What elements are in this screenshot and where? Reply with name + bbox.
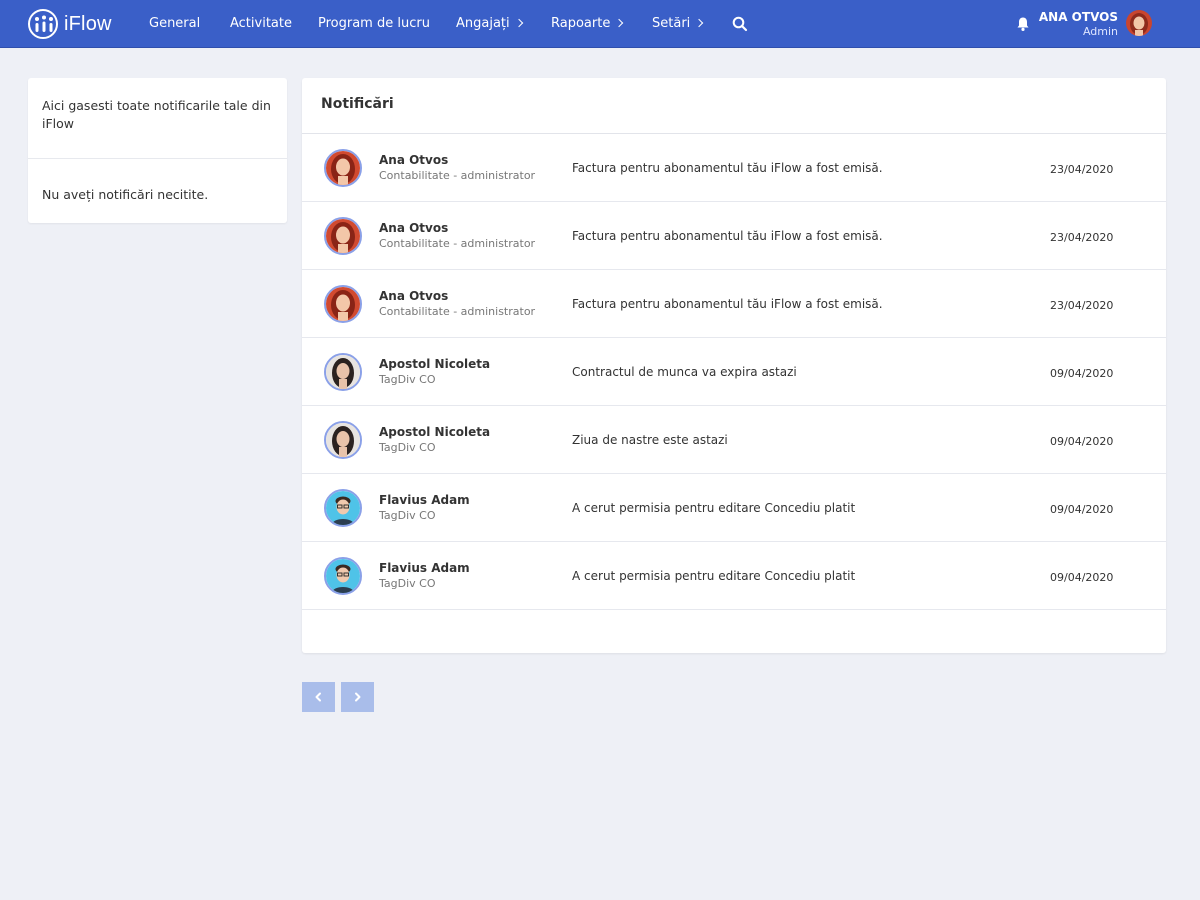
notification-message: Factura pentru abonamentul tău iFlow a f… bbox=[572, 297, 883, 311]
pagination-next-button[interactable] bbox=[341, 682, 374, 712]
user-role: Admin bbox=[1082, 25, 1118, 38]
avatar bbox=[324, 285, 362, 323]
notification-row[interactable]: Flavius Adam TagDiv CO A cerut permisia … bbox=[302, 542, 1166, 610]
sender-name: Ana Otvos bbox=[379, 289, 449, 303]
notification-row[interactable]: Ana Otvos Contabilitate - administrator … bbox=[302, 202, 1166, 270]
notification-date: 23/04/2020 bbox=[1050, 231, 1114, 244]
chevron-right-icon bbox=[355, 692, 361, 702]
info-description: Aici gasesti toate notificarile tale din… bbox=[42, 98, 271, 131]
app-name: iFlow bbox=[64, 12, 112, 35]
nav-item-label: Activitate bbox=[230, 16, 292, 31]
sender-name: Apostol Nicoleta bbox=[379, 357, 491, 371]
notification-message: A cerut permisia pentru editare Concediu… bbox=[572, 569, 856, 583]
sender-department: Contabilitate - administrator bbox=[379, 305, 536, 318]
sender-department: TagDiv CO bbox=[379, 441, 436, 454]
unread-status-message: Nu aveți notificări necitite. bbox=[42, 187, 209, 202]
notification-message: Contractul de munca va expira astazi bbox=[572, 365, 797, 379]
notification-row[interactable]: Apostol Nicoleta TagDiv CO Contractul de… bbox=[302, 338, 1166, 406]
sender-name: Flavius Adam bbox=[379, 561, 470, 575]
notification-date: 23/04/2020 bbox=[1050, 163, 1114, 176]
notification-date: 23/04/2020 bbox=[1050, 299, 1114, 312]
notification-date: 09/04/2020 bbox=[1050, 571, 1114, 584]
pagination-prev-button[interactable] bbox=[302, 682, 335, 712]
sender-department: TagDiv CO bbox=[379, 509, 436, 522]
notification-date: 09/04/2020 bbox=[1050, 435, 1114, 448]
sender-department: Contabilitate - administrator bbox=[379, 169, 536, 182]
nav-item-label: Program de lucru bbox=[318, 16, 430, 31]
avatar bbox=[324, 421, 362, 459]
notification-message: Factura pentru abonamentul tău iFlow a f… bbox=[572, 229, 883, 243]
card-title: Notificări bbox=[321, 96, 394, 112]
notification-row[interactable]: Flavius Adam TagDiv CO A cerut permisia … bbox=[302, 474, 1166, 542]
notifications-card: Notificări Ana Otvos Contabilitate - adm… bbox=[302, 78, 1166, 653]
avatar bbox=[324, 353, 362, 391]
notification-row[interactable]: Ana Otvos Contabilitate - administrator … bbox=[302, 134, 1166, 202]
nav-item-label: Rapoarte bbox=[551, 16, 611, 31]
nav-item-angajati[interactable]: Angajați bbox=[456, 0, 523, 48]
avatar bbox=[324, 557, 362, 595]
app-logo[interactable]: iFlow bbox=[28, 9, 112, 39]
avatar bbox=[324, 217, 362, 255]
nav-item-label: General bbox=[149, 16, 201, 31]
notification-row[interactable]: Ana Otvos Contabilitate - administrator … bbox=[302, 270, 1166, 338]
notification-message: Ziua de nastre este astazi bbox=[572, 433, 728, 447]
nav-item-general[interactable]: General bbox=[149, 0, 200, 48]
sender-name: Ana Otvos bbox=[379, 153, 449, 167]
nav-item-program-de-lucru[interactable]: Program de lucru bbox=[318, 0, 430, 48]
top-navbar: iFlow General Activitate Program de lucr… bbox=[0, 0, 1200, 48]
user-name[interactable]: ANA OTVOS bbox=[1039, 10, 1118, 24]
nav-item-rapoarte[interactable]: Rapoarte bbox=[551, 0, 624, 48]
sender-department: TagDiv CO bbox=[379, 577, 436, 590]
iflow-logo-icon bbox=[28, 9, 58, 39]
chevron-right-icon bbox=[514, 18, 523, 28]
nav-item-activitate[interactable]: Activitate bbox=[230, 0, 292, 48]
avatar bbox=[324, 149, 362, 187]
notifications-list: Ana Otvos Contabilitate - administrator … bbox=[302, 134, 1166, 610]
sender-name: Flavius Adam bbox=[379, 493, 470, 507]
notification-message: A cerut permisia pentru editare Concediu… bbox=[572, 501, 856, 515]
notification-date: 09/04/2020 bbox=[1050, 503, 1114, 516]
avatar bbox=[324, 489, 362, 527]
sender-name: Ana Otvos bbox=[379, 221, 449, 235]
chevron-right-icon bbox=[615, 18, 624, 28]
search-icon[interactable] bbox=[732, 16, 748, 32]
notifications-info-card: Aici gasesti toate notificarile tale din… bbox=[28, 78, 287, 223]
bell-icon[interactable] bbox=[1016, 16, 1030, 32]
nav-item-setari[interactable]: Setări bbox=[652, 0, 704, 48]
notification-row[interactable]: Apostol Nicoleta TagDiv CO Ziua de nastr… bbox=[302, 406, 1166, 474]
chevron-left-icon bbox=[315, 692, 321, 702]
sender-department: TagDiv CO bbox=[379, 373, 436, 386]
divider bbox=[28, 158, 287, 159]
chevron-right-icon bbox=[695, 18, 704, 28]
user-avatar[interactable] bbox=[1126, 10, 1152, 36]
notification-message: Factura pentru abonamentul tău iFlow a f… bbox=[572, 161, 883, 175]
nav-item-label: Setări bbox=[652, 16, 691, 31]
sender-name: Apostol Nicoleta bbox=[379, 425, 491, 439]
nav-item-label: Angajați bbox=[456, 16, 510, 31]
sender-department: Contabilitate - administrator bbox=[379, 237, 536, 250]
notification-date: 09/04/2020 bbox=[1050, 367, 1114, 380]
